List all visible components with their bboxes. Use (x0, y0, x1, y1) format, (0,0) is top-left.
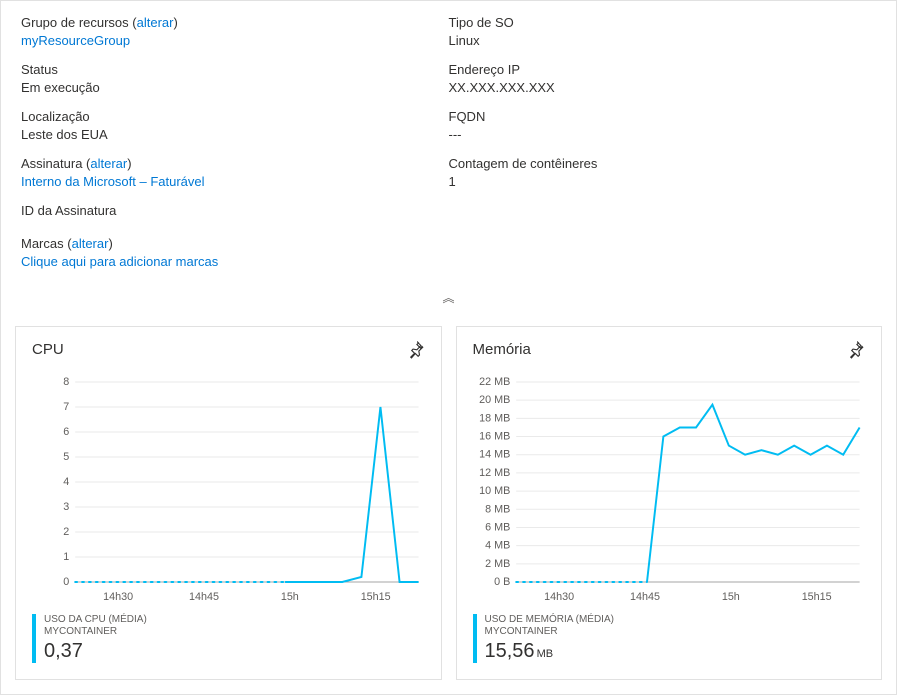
pin-icon[interactable] (407, 341, 425, 359)
property-row: Grupo de recursos (alterar)myResourceGro… (21, 15, 449, 50)
svg-text:15h15: 15h15 (361, 591, 391, 603)
property-row: Endereço IPXX.XXX.XXX.XXX (449, 62, 877, 97)
svg-text:22 MB: 22 MB (479, 376, 510, 388)
tags-row: Marcas (alterar) Clique aqui para adicio… (1, 236, 896, 277)
memory-legend-value: 15,56MB (485, 639, 614, 663)
memory-chart-title: Memória (473, 341, 866, 358)
property-row: Contagem de contêineres1 (449, 156, 877, 191)
svg-text:15h: 15h (721, 591, 739, 603)
svg-text:8 MB: 8 MB (485, 503, 510, 515)
property-label: Endereço IP (449, 62, 877, 79)
memory-legend-label: USO DE MEMÓRIA (MÉDIA) (485, 614, 614, 626)
charts-container: CPU 0 1 2 3 4 5 6 7 8 14h30 14h45 15h 15h15 USO DA C… (1, 312, 896, 694)
memory-chart[interactable]: 0 B 2 MB 4 MB 6 MB 8 MB 10 MB 12 MB 14 MB 16 MB 1… (473, 376, 866, 606)
property-row: Assinatura (alterar)Interno da Microsoft… (21, 156, 449, 191)
svg-text:15h15: 15h15 (801, 591, 831, 603)
property-value: myResourceGroup (21, 32, 449, 50)
svg-text:4: 4 (63, 476, 69, 488)
cpu-legend-label: USO DA CPU (MÉDIA) (44, 614, 147, 626)
legend-color-bar (473, 614, 477, 663)
property-row: StatusEm execução (21, 62, 449, 97)
change-link[interactable]: alterar (90, 156, 127, 171)
property-label: FQDN (449, 109, 877, 126)
svg-text:14h30: 14h30 (544, 591, 574, 603)
svg-text:5: 5 (63, 451, 69, 463)
svg-text:4 MB: 4 MB (485, 540, 510, 552)
property-value-link[interactable]: Interno da Microsoft – Faturável (21, 174, 205, 189)
svg-text:3: 3 (63, 501, 69, 513)
cpu-chart-card: CPU 0 1 2 3 4 5 6 7 8 14h30 14h45 15h 15h15 USO DA C… (15, 326, 442, 680)
svg-text:12 MB: 12 MB (479, 467, 510, 479)
svg-text:1: 1 (63, 551, 69, 563)
property-label: Grupo de recursos (alterar) (21, 15, 449, 32)
overview-panel: Grupo de recursos (alterar)myResourceGro… (0, 0, 897, 695)
cpu-legend: USO DA CPU (MÉDIA) MYCONTAINER 0,37 (32, 614, 425, 663)
svg-text:14h45: 14h45 (189, 591, 219, 603)
property-value: XX.XXX.XXX.XXX (449, 79, 877, 97)
svg-text:16 MB: 16 MB (479, 431, 510, 443)
property-label: Contagem de contêineres (449, 156, 877, 173)
svg-text:14h45: 14h45 (629, 591, 659, 603)
svg-text:14h30: 14h30 (103, 591, 133, 603)
cpu-chart-title: CPU (32, 341, 425, 358)
tags-change-link[interactable]: alterar (72, 236, 109, 251)
properties-right-column: Tipo de SOLinux Endereço IPXX.XXX.XXX.XXX… (449, 15, 877, 232)
svg-text:0: 0 (63, 576, 69, 588)
property-label: Localização (21, 109, 449, 126)
property-label: Status (21, 62, 449, 79)
property-label: Tipo de SO (449, 15, 877, 32)
svg-text:14 MB: 14 MB (479, 449, 510, 461)
collapse-toggle[interactable]: ︽ (1, 289, 896, 312)
property-value: --- (449, 126, 877, 144)
cpu-legend-sub: MYCONTAINER (44, 626, 147, 638)
property-row: LocalizaçãoLeste dos EUA (21, 109, 449, 144)
change-link[interactable]: alterar (137, 15, 174, 30)
property-row: FQDN--- (449, 109, 877, 144)
svg-text:20 MB: 20 MB (479, 394, 510, 406)
property-value: Linux (449, 32, 877, 50)
svg-text:6: 6 (63, 426, 69, 438)
memory-chart-card: Memória 0 B 2 MB 4 MB 6 MB 8 MB 10 MB 12 MB 14 … (456, 326, 883, 680)
memory-legend: USO DE MEMÓRIA (MÉDIA) MYCONTAINER 15,56… (473, 614, 866, 663)
chevron-up-icon: ︽ (442, 291, 454, 305)
properties-grid: Grupo de recursos (alterar)myResourceGro… (1, 1, 896, 236)
property-value: Leste dos EUA (21, 126, 449, 144)
pin-icon[interactable] (847, 341, 865, 359)
property-label: ID da Assinatura (21, 203, 449, 220)
svg-text:18 MB: 18 MB (479, 413, 510, 425)
property-value: Interno da Microsoft – Faturável (21, 173, 449, 191)
property-value: 1 (449, 173, 877, 191)
property-label: Assinatura (alterar) (21, 156, 449, 173)
svg-text:2: 2 (63, 526, 69, 538)
svg-text:2 MB: 2 MB (485, 558, 510, 570)
svg-text:10 MB: 10 MB (479, 485, 510, 497)
legend-color-bar (32, 614, 36, 663)
svg-text:15h: 15h (281, 591, 299, 603)
svg-text:7: 7 (63, 401, 69, 413)
tags-label: Marcas (21, 236, 64, 251)
property-row: ID da Assinatura (21, 203, 449, 220)
property-row: Tipo de SOLinux (449, 15, 877, 50)
tags-add-link[interactable]: Clique aqui para adicionar marcas (21, 254, 218, 269)
svg-text:8: 8 (63, 376, 69, 388)
cpu-chart[interactable]: 0 1 2 3 4 5 6 7 8 14h30 14h45 15h 15h15 (32, 376, 425, 606)
property-value: Em execução (21, 79, 449, 97)
svg-text:0 B: 0 B (494, 576, 510, 588)
property-value-link[interactable]: myResourceGroup (21, 33, 130, 48)
memory-legend-sub: MYCONTAINER (485, 626, 614, 638)
cpu-legend-value: 0,37 (44, 639, 147, 663)
properties-left-column: Grupo de recursos (alterar)myResourceGro… (21, 15, 449, 232)
svg-text:6 MB: 6 MB (485, 522, 510, 534)
